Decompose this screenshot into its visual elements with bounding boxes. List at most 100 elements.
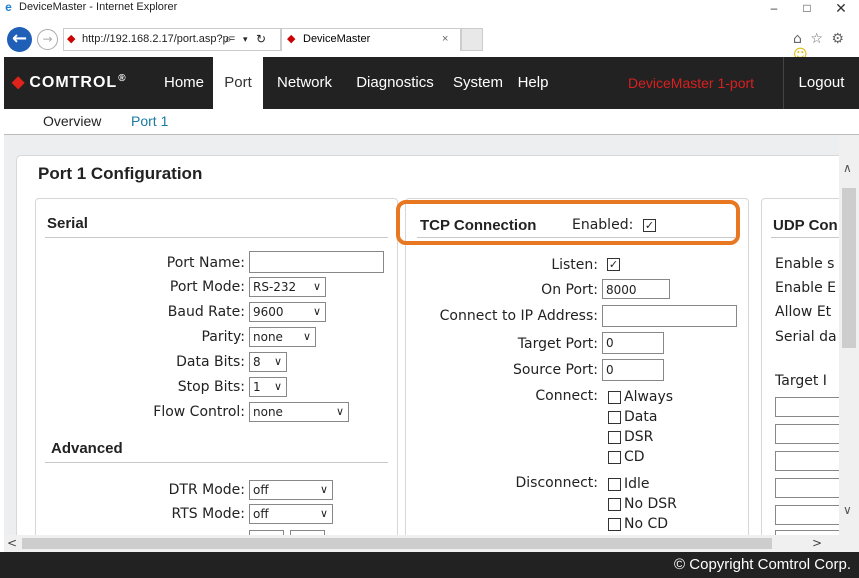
udp-section-viewport: UDP Con Enable s Enable E Allow Et Seria… <box>761 198 839 535</box>
tcp-highlight-annotation <box>396 200 740 245</box>
logout-button[interactable]: Logout <box>783 57 859 109</box>
logo-text: COMTROL <box>29 74 118 91</box>
udp-target-input-3[interactable] <box>775 451 839 471</box>
udp-target-input-1[interactable] <box>775 397 839 417</box>
content-viewport: Serial Port Name: Port Mode: RS-232 ∨ Bau… <box>4 135 839 535</box>
advanced-title: Advanced <box>51 440 123 457</box>
address-bar[interactable]: ◆ http://192.168.2.17/port.asp?p= ⌕ ▾ ↻ <box>63 28 281 51</box>
dtr-mode-label: DTR Mode: <box>168 482 245 498</box>
comtrol-logo: ◆ COMTROL® <box>12 57 127 109</box>
connect-cd-checkbox[interactable] <box>608 451 621 464</box>
dtr-mode-value: off <box>253 483 269 497</box>
subnav-port-1[interactable]: Port 1 <box>131 113 168 129</box>
data-bits-value: 8 <box>253 355 261 369</box>
tab-favicon-icon: ◆ <box>287 33 296 45</box>
nav-system[interactable]: System <box>448 57 508 109</box>
connect-data-label: Data <box>624 409 658 425</box>
nav-diagnostics[interactable]: Diagnostics <box>346 57 444 109</box>
flow-control-select[interactable]: none ∨ <box>249 402 349 422</box>
main-nav: ◆ COMTROL® Home Port Network Diagnostics … <box>4 57 859 109</box>
tab-close-icon[interactable]: × <box>442 29 448 50</box>
forward-arrow-icon[interactable]: → <box>37 29 58 50</box>
parity-select[interactable]: none ∨ <box>249 327 316 347</box>
serial-title: Serial <box>47 215 88 232</box>
port-name-input[interactable] <box>249 251 384 273</box>
baud-rate-select[interactable]: 9600 ∨ <box>249 302 326 322</box>
chevron-down-icon: ∨ <box>273 355 282 368</box>
connect-label: Connect: <box>535 388 598 404</box>
target-port-label: Target Port: <box>517 336 598 352</box>
scroll-up-icon[interactable]: ∧ <box>843 161 852 175</box>
scroll-left-icon[interactable]: < <box>7 535 17 552</box>
on-port-label: On Port: <box>541 282 598 298</box>
refresh-icon[interactable]: ↻ <box>256 29 266 50</box>
chevron-down-icon: ∨ <box>319 507 328 520</box>
connect-dsr-checkbox[interactable] <box>608 431 621 444</box>
chevron-down-icon: ∨ <box>335 405 344 418</box>
baud-rate-label: Baud Rate: <box>167 304 245 320</box>
connect-ip-input[interactable] <box>602 305 737 327</box>
connect-dsr-label: DSR <box>624 429 654 445</box>
connect-ip-label: Connect to IP Address: <box>439 308 598 324</box>
scroll-right-icon[interactable]: > <box>812 535 822 552</box>
connect-always-label: Always <box>624 389 674 405</box>
chevron-down-icon: ∨ <box>312 280 321 293</box>
udp-target-input-2[interactable] <box>775 424 839 444</box>
disconnect-label: Disconnect: <box>515 475 599 491</box>
vertical-scrollbar[interactable]: ∧ ∨ <box>839 135 859 535</box>
vertical-scroll-thumb[interactable] <box>842 188 856 348</box>
data-bits-label: Data Bits: <box>176 354 245 370</box>
address-url[interactable]: http://192.168.2.17/port.asp?p= <box>82 29 235 50</box>
rts-mode-select[interactable]: off ∨ <box>249 504 333 524</box>
udp-line-2: Enable E <box>775 280 836 296</box>
close-button[interactable]: ✕ <box>826 0 856 17</box>
sub-nav: Overview Port 1 <box>4 109 859 135</box>
scrollbar-corner <box>839 535 859 552</box>
device-name: DeviceMaster 1-port <box>628 75 755 91</box>
dtr-mode-select[interactable]: off ∨ <box>249 480 333 500</box>
new-tab-button[interactable] <box>461 28 483 51</box>
disconnect-idle-checkbox[interactable] <box>608 478 621 491</box>
connect-data-checkbox[interactable] <box>608 411 621 424</box>
udp-target-input-5[interactable] <box>775 505 839 525</box>
comtrol-logo-icon: ◆ <box>12 74 26 91</box>
stop-bits-select[interactable]: 1 ∨ <box>249 377 287 397</box>
connect-always-checkbox[interactable] <box>608 391 621 404</box>
chevron-down-icon[interactable]: ▾ <box>243 29 248 50</box>
subnav-overview[interactable]: Overview <box>43 113 101 129</box>
horizontal-scrollbar[interactable]: < > <box>4 535 839 552</box>
listen-label: Listen: <box>551 257 598 273</box>
search-icon[interactable]: ⌕ <box>225 29 232 50</box>
listen-checkbox[interactable]: ✓ <box>607 258 620 271</box>
nav-port[interactable]: Port <box>213 57 263 109</box>
disconnect-nocd-checkbox[interactable] <box>608 518 621 531</box>
chevron-down-icon: ∨ <box>312 305 321 318</box>
data-bits-select[interactable]: 8 ∨ <box>249 352 287 372</box>
scroll-down-icon[interactable]: ∨ <box>843 503 852 517</box>
udp-target-label: Target I <box>775 373 827 389</box>
minimize-button[interactable]: – <box>759 0 789 17</box>
disconnect-nodsr-checkbox[interactable] <box>608 498 621 511</box>
source-port-label: Source Port: <box>512 362 598 378</box>
home-star-gear-icon[interactable]: ⌂ ☆ ⚙ <box>793 31 846 47</box>
connect-cd-label: CD <box>624 449 645 465</box>
stop-bits-value: 1 <box>253 380 261 394</box>
source-port-input[interactable]: 0 <box>602 359 664 381</box>
tab-label: DeviceMaster <box>303 33 371 45</box>
window-title: DeviceMaster - Internet Explorer <box>19 1 178 13</box>
maximize-button[interactable]: □ <box>792 0 822 17</box>
back-arrow-icon[interactable]: ← <box>7 27 32 52</box>
port-mode-select[interactable]: RS-232 ∨ <box>249 277 326 297</box>
nav-help[interactable]: Help <box>512 57 554 109</box>
port-mode-value: RS-232 <box>253 280 297 294</box>
disconnect-idle-label: Idle <box>624 476 650 492</box>
on-port-input[interactable]: 8000 <box>602 279 670 299</box>
nav-home[interactable]: Home <box>158 57 210 109</box>
disconnect-nocd-label: No CD <box>624 516 669 532</box>
udp-title: UDP Con <box>773 217 838 234</box>
udp-target-input-4[interactable] <box>775 478 839 498</box>
target-port-input[interactable]: 0 <box>602 332 664 354</box>
browser-tab[interactable]: ◆ DeviceMaster × <box>281 28 461 51</box>
nav-network[interactable]: Network <box>267 57 342 109</box>
horizontal-scroll-thumb[interactable] <box>22 538 772 549</box>
